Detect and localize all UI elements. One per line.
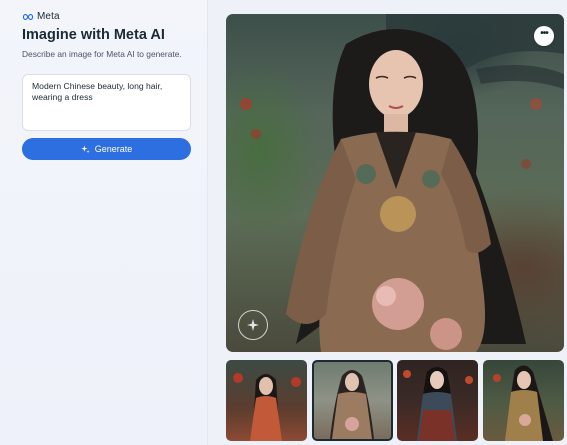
thumbnail-strip [226, 360, 564, 442]
generated-image-main[interactable]: ••• [226, 14, 564, 352]
thumbnail-3[interactable] [397, 360, 478, 441]
generate-button[interactable]: Generate [22, 138, 191, 160]
thumbnail-1[interactable] [226, 360, 307, 441]
meta-logo[interactable]: Meta [22, 11, 60, 22]
thumbnail-2[interactable] [312, 360, 393, 441]
thumbnail-1-art [233, 373, 301, 441]
prompt-textarea[interactable]: Modern Chinese beauty, long hair, wearin… [22, 74, 191, 131]
more-horizontal-icon: ••• [540, 28, 548, 39]
sparkle-icon [81, 145, 90, 153]
meta-wordmark: Meta [37, 11, 60, 22]
left-panel: Meta Imagine with Meta AI Describe an im… [0, 0, 208, 445]
meta-infinity-icon [22, 13, 34, 20]
page-subtitle: Describe an image for Meta AI to generat… [22, 49, 182, 59]
thumbnail-4-art [493, 365, 553, 441]
generate-button-label: Generate [94, 144, 133, 154]
thumbnail-3-art [403, 367, 473, 441]
imagined-with-ai-watermark [238, 310, 268, 340]
sparkle-icon [247, 319, 259, 331]
thumbnail-4[interactable] [483, 360, 564, 441]
more-options-button[interactable]: ••• [534, 26, 554, 46]
thumbnail-2-art [330, 370, 374, 439]
page-title: Imagine with Meta AI [22, 27, 165, 43]
generated-image-art [240, 14, 564, 352]
